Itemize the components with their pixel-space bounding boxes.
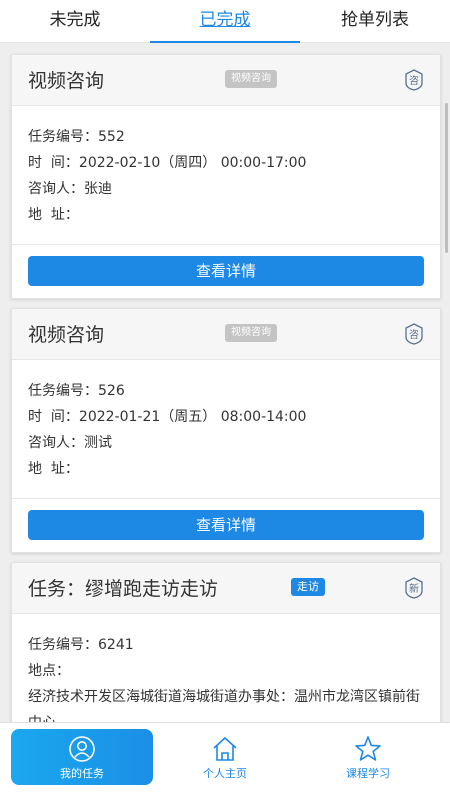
- task-number-value: 552: [98, 129, 125, 145]
- task-number-label: 任务编号：: [28, 637, 98, 653]
- task-card: 视频咨询 视频咨询 咨 任务编号：552 时 间：2022-02-10（周四） …: [11, 54, 441, 299]
- address-row: 地 址：: [28, 202, 424, 228]
- task-card-body: 任务编号：552 时 间：2022-02-10（周四） 00:00-17:00 …: [12, 106, 440, 244]
- location-row: 地点：: [28, 658, 424, 684]
- consult-seal-icon: 咨: [405, 69, 423, 91]
- tab-completed[interactable]: 已完成: [150, 0, 300, 43]
- tab-grab-order-list[interactable]: 抢单列表: [300, 0, 450, 42]
- task-card: 视频咨询 视频咨询 咨 任务编号：526 时 间：2022-01-21（周五） …: [11, 308, 441, 553]
- task-number-label: 任务编号：: [28, 383, 98, 399]
- task-number-row: 任务编号：6241: [28, 632, 424, 658]
- scrollbar[interactable]: [445, 103, 448, 253]
- task-type-badge: 走访: [291, 578, 325, 596]
- consultant-row: 咨询人：张迪: [28, 176, 424, 202]
- bottom-nav-bar: 我的任务 个人主页 课程学习: [0, 722, 450, 800]
- task-title: 视频咨询: [28, 324, 105, 346]
- task-title: 任务：缪增跑走访走访: [28, 578, 219, 600]
- task-card-footer: 查看详情: [12, 244, 440, 298]
- task-time-row: 时 间：2022-02-10（周四） 00:00-17:00: [28, 150, 424, 176]
- task-time-value: 2022-01-21（周五） 08:00-14:00: [78, 409, 307, 425]
- task-number-value: 526: [98, 383, 125, 399]
- task-type-badge: 视频咨询: [225, 70, 277, 88]
- task-card-header: 视频咨询 视频咨询 咨: [12, 55, 440, 106]
- top-tab-bar: 未完成 已完成 抢单列表: [0, 0, 450, 43]
- nav-label: 个人主页: [203, 767, 247, 780]
- new-seal-icon: 新: [405, 577, 423, 599]
- task-card-header: 视频咨询 视频咨询 咨: [12, 309, 440, 360]
- consultant-value: 测试: [84, 435, 112, 451]
- svg-text:新: 新: [409, 582, 419, 595]
- consultant-value: 张迪: [84, 181, 112, 197]
- nav-label: 课程学习: [346, 767, 390, 780]
- task-time-label: 时 间：: [28, 155, 79, 171]
- view-details-button[interactable]: 查看详情: [28, 256, 424, 286]
- consultant-row: 咨询人：测试: [28, 430, 424, 456]
- task-card-body: 任务编号：526 时 间：2022-01-21（周五） 08:00-14:00 …: [12, 360, 440, 498]
- consultant-label: 咨询人：: [28, 181, 84, 197]
- address-row: 地 址：: [28, 456, 424, 482]
- nav-course-study[interactable]: 课程学习: [297, 729, 439, 785]
- task-number-value: 6241: [98, 637, 134, 653]
- location-label: 地点：: [28, 663, 70, 679]
- location-address: 经济技术开发区海城街道海城街道办事处：温州市龙湾区镇前街中心: [28, 689, 420, 723]
- address-label: 地 址：: [28, 461, 79, 477]
- task-time-label: 时 间：: [28, 409, 79, 425]
- task-time-value: 2022-02-10（周四） 00:00-17:00: [78, 155, 307, 171]
- view-details-button[interactable]: 查看详情: [28, 510, 424, 540]
- svg-text:咨: 咨: [409, 328, 419, 341]
- user-circle-icon: [69, 736, 95, 762]
- task-time-row: 时 间：2022-01-21（周五） 08:00-14:00: [28, 404, 424, 430]
- task-card-header: 任务：缪增跑走访走访 走访 新: [12, 563, 440, 614]
- task-card-body: 任务编号：6241 地点： 经济技术开发区海城街道海城街道办事处：温州市龙湾区镇…: [12, 614, 440, 723]
- address-label: 地 址：: [28, 207, 79, 223]
- nav-label: 我的任务: [60, 767, 104, 780]
- svg-text:咨: 咨: [409, 74, 419, 87]
- consultant-label: 咨询人：: [28, 435, 84, 451]
- task-card-footer: 查看详情: [12, 498, 440, 552]
- star-icon: [355, 736, 381, 761]
- consult-seal-icon: 咨: [405, 323, 423, 345]
- task-number-row: 任务编号：526: [28, 378, 424, 404]
- nav-personal-home[interactable]: 个人主页: [154, 729, 296, 785]
- task-card: 任务：缪增跑走访走访 走访 新 任务编号：6241 地点： 经济技术开发区海城街…: [11, 562, 441, 723]
- task-number-label: 任务编号：: [28, 129, 98, 145]
- home-icon: [213, 737, 237, 761]
- task-type-badge: 视频咨询: [225, 324, 277, 342]
- tab-incomplete[interactable]: 未完成: [0, 0, 150, 42]
- task-list[interactable]: 视频咨询 视频咨询 咨 任务编号：552 时 间：2022-02-10（周四） …: [0, 43, 450, 723]
- task-title: 视频咨询: [28, 70, 105, 92]
- nav-my-tasks[interactable]: 我的任务: [11, 729, 153, 785]
- task-number-row: 任务编号：552: [28, 124, 424, 150]
